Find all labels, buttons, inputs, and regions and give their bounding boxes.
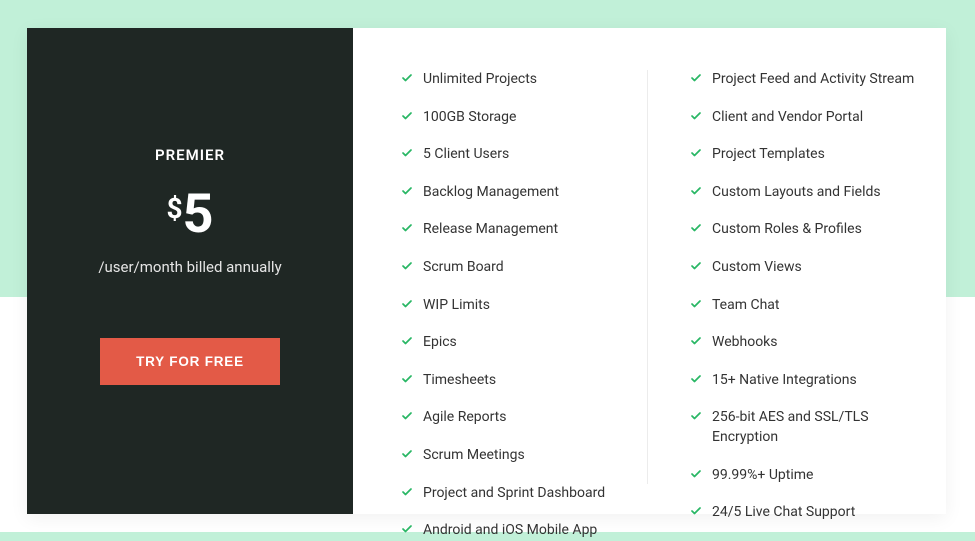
check-icon: [401, 448, 413, 460]
feature-label: Project and Sprint Dashboard: [423, 484, 605, 504]
check-icon: [401, 410, 413, 422]
check-icon: [690, 72, 702, 84]
check-icon: [401, 260, 413, 272]
plan-summary-panel: PREMIER $ 5 /user/month billed annually …: [27, 28, 353, 514]
check-icon: [401, 373, 413, 385]
feature-label: Custom Views: [712, 258, 802, 278]
feature-label: Custom Layouts and Fields: [712, 183, 881, 203]
feature-label: Android and iOS Mobile App: [423, 521, 597, 541]
check-icon: [690, 185, 702, 197]
feature-label: Backlog Management: [423, 183, 559, 203]
check-icon: [690, 298, 702, 310]
feature-item: Custom Layouts and Fields: [690, 183, 916, 203]
feature-label: Webhooks: [712, 333, 778, 353]
pointer-icon: [353, 290, 366, 316]
check-icon: [401, 523, 413, 535]
features-column-2: Project Feed and Activity Stream Client a…: [647, 70, 916, 484]
feature-item: Project Templates: [690, 145, 916, 165]
billing-note: /user/month billed annually: [98, 258, 281, 276]
features-column-1: Unlimited Projects 100GB Storage 5 Client …: [401, 70, 647, 484]
feature-item: 5 Client Users: [401, 145, 627, 165]
feature-item: Project Feed and Activity Stream: [690, 70, 916, 90]
feature-label: Timesheets: [423, 371, 496, 391]
feature-item: Client and Vendor Portal: [690, 108, 916, 128]
feature-label: Scrum Meetings: [423, 446, 525, 466]
feature-label: 100GB Storage: [423, 108, 516, 128]
check-icon: [401, 298, 413, 310]
feature-label: Team Chat: [712, 296, 779, 316]
feature-label: 99.99%+ Uptime: [712, 466, 813, 486]
check-icon: [690, 410, 702, 422]
feature-item: WIP Limits: [401, 296, 627, 316]
feature-label: Unlimited Projects: [423, 70, 537, 90]
check-icon: [401, 110, 413, 122]
check-icon: [401, 486, 413, 498]
feature-item: Custom Roles & Profiles: [690, 220, 916, 240]
check-icon: [401, 185, 413, 197]
check-icon: [690, 335, 702, 347]
feature-item: Webhooks: [690, 333, 916, 353]
feature-item: Backlog Management: [401, 183, 627, 203]
try-for-free-button[interactable]: TRY FOR FREE: [100, 338, 280, 385]
currency-symbol: $: [166, 192, 182, 225]
check-icon: [690, 260, 702, 272]
check-icon: [401, 335, 413, 347]
feature-label: Client and Vendor Portal: [712, 108, 863, 128]
check-icon: [690, 222, 702, 234]
check-icon: [690, 505, 702, 517]
feature-item: 256-bit AES and SSL/TLS Encryption: [690, 408, 916, 447]
check-icon: [690, 147, 702, 159]
feature-item: 15+ Native Integrations: [690, 371, 916, 391]
feature-item: Scrum Board: [401, 258, 627, 278]
feature-label: Release Management: [423, 220, 558, 240]
features-panel: Unlimited Projects 100GB Storage 5 Client …: [353, 28, 946, 514]
check-icon: [690, 468, 702, 480]
feature-label: Scrum Board: [423, 258, 504, 278]
check-icon: [690, 110, 702, 122]
feature-label: Project Templates: [712, 145, 825, 165]
feature-label: Epics: [423, 333, 457, 353]
feature-item: Project and Sprint Dashboard: [401, 484, 627, 504]
pricing-card: PREMIER $ 5 /user/month billed annually …: [27, 28, 946, 514]
feature-label: Project Feed and Activity Stream: [712, 70, 914, 90]
feature-item: 100GB Storage: [401, 108, 627, 128]
price-amount: 5: [183, 188, 214, 242]
feature-label: 256-bit AES and SSL/TLS Encryption: [712, 408, 916, 447]
feature-label: WIP Limits: [423, 296, 490, 316]
plan-name: PREMIER: [155, 146, 225, 164]
feature-item: Epics: [401, 333, 627, 353]
feature-label: Agile Reports: [423, 408, 507, 428]
feature-item: Unlimited Projects: [401, 70, 627, 90]
feature-item: Android and iOS Mobile App: [401, 521, 627, 541]
check-icon: [401, 147, 413, 159]
feature-item: Agile Reports: [401, 408, 627, 428]
check-icon: [690, 373, 702, 385]
feature-label: 24/5 Live Chat Support: [712, 503, 855, 523]
check-icon: [401, 222, 413, 234]
plan-price: $ 5: [166, 188, 213, 242]
feature-label: 5 Client Users: [423, 145, 509, 165]
feature-item: 99.99%+ Uptime: [690, 466, 916, 486]
feature-item: Custom Views: [690, 258, 916, 278]
check-icon: [401, 72, 413, 84]
feature-item: Timesheets: [401, 371, 627, 391]
feature-item: 24/5 Live Chat Support: [690, 503, 916, 523]
feature-label: 15+ Native Integrations: [712, 371, 857, 391]
feature-label: Custom Roles & Profiles: [712, 220, 862, 240]
feature-item: Team Chat: [690, 296, 916, 316]
feature-item: Release Management: [401, 220, 627, 240]
feature-item: Scrum Meetings: [401, 446, 627, 466]
